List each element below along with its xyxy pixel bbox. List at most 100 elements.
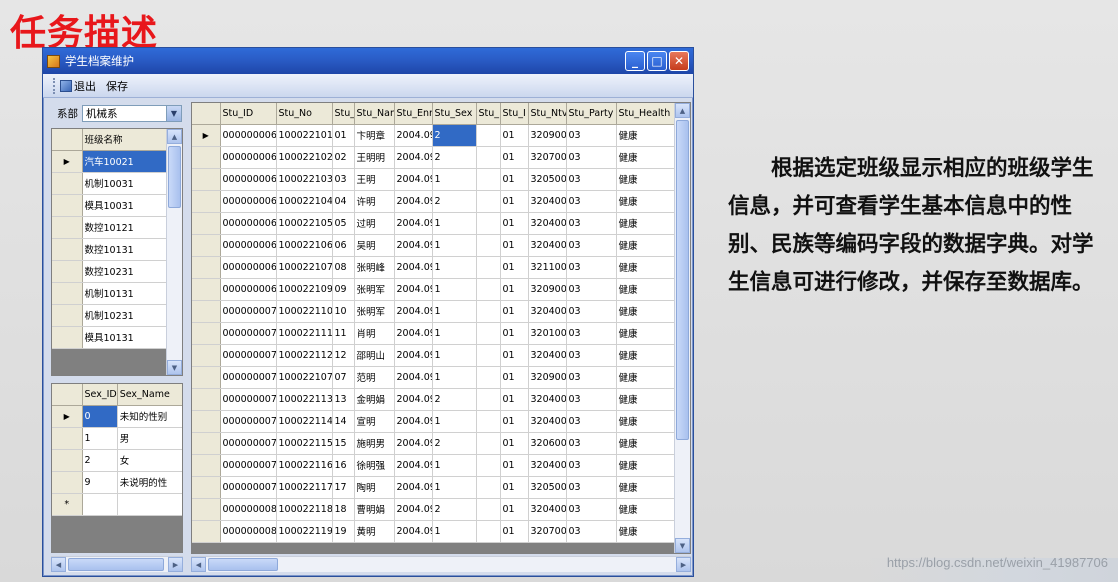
chevron-down-icon[interactable]: ▼ [166, 105, 181, 121]
table-cell[interactable]: 03 [566, 278, 617, 301]
row-header[interactable] [192, 212, 221, 235]
table-cell[interactable]: 320400 [528, 498, 567, 521]
table-cell[interactable]: 100022107 [276, 256, 333, 279]
table-cell[interactable]: 10 [332, 300, 355, 323]
table-cell[interactable]: 1 [432, 168, 477, 191]
table-cell[interactable]: 03 [566, 124, 617, 147]
table-cell[interactable]: 健康 [616, 344, 677, 367]
table-row[interactable]: 000000006910002210909张明军2004.091 01320900… [192, 278, 677, 301]
class-name-cell[interactable]: 模具10031 [82, 194, 168, 217]
column-header[interactable]: Stu_No [276, 103, 333, 125]
column-header[interactable]: Stu_Health [616, 103, 677, 125]
table-cell[interactable]: 320400 [528, 410, 567, 433]
table-cell[interactable]: 03 [566, 322, 617, 345]
row-header[interactable] [192, 520, 221, 543]
table-cell[interactable]: 0000000073 [220, 344, 277, 367]
list-item[interactable]: 数控10121 [52, 216, 168, 239]
table-cell[interactable]: 健康 [616, 256, 677, 279]
table-cell[interactable]: 1 [432, 344, 477, 367]
table-cell[interactable]: 健康 [616, 410, 677, 433]
row-header[interactable] [192, 322, 221, 345]
sex-id-cell[interactable] [82, 493, 118, 516]
table-cell[interactable]: 100022102 [276, 146, 333, 169]
scroll-up-icon[interactable]: ▲ [675, 103, 690, 118]
student-grid-vscroll[interactable]: ▲ ▼ [674, 103, 690, 553]
table-cell[interactable]: 01 [332, 124, 355, 147]
column-header[interactable]: Stu_ [332, 103, 355, 125]
table-cell[interactable] [476, 520, 501, 543]
row-header[interactable] [192, 454, 221, 477]
toolbar-grip[interactable] [53, 77, 56, 94]
table-row[interactable]: 000000007210002211111肖明2004.091 013201000… [192, 322, 677, 345]
table-cell[interactable]: 健康 [616, 212, 677, 235]
table-cell[interactable]: 01 [500, 190, 529, 213]
table-cell[interactable]: 2004.09 [394, 410, 433, 433]
table-row[interactable]: 000000006610002210606吴明2004.091 013204000… [192, 234, 677, 257]
table-cell[interactable]: 03 [566, 366, 617, 389]
student-hscroll[interactable]: ◀ ▶ [191, 556, 691, 572]
table-cell[interactable]: 2004.09 [394, 278, 433, 301]
table-cell[interactable]: 0000000075 [220, 388, 277, 411]
table-cell[interactable]: 01 [500, 278, 529, 301]
table-cell[interactable]: 范明 [354, 366, 395, 389]
table-cell[interactable]: 320400 [528, 454, 567, 477]
table-cell[interactable]: 1 [432, 454, 477, 477]
row-header[interactable] [52, 282, 83, 305]
table-cell[interactable]: 2004.09 [394, 212, 433, 235]
maximize-icon[interactable]: □ [647, 51, 667, 71]
table-cell[interactable]: 健康 [616, 520, 677, 543]
table-cell[interactable]: 01 [500, 410, 529, 433]
table-row[interactable]: 000000007710002211515施明男2004.092 01320600… [192, 432, 677, 455]
minimize-icon[interactable]: _ [625, 51, 645, 71]
table-cell[interactable]: 1 [432, 322, 477, 345]
table-cell[interactable]: 1 [432, 234, 477, 257]
table-cell[interactable]: 0000000079 [220, 476, 277, 499]
table-cell[interactable]: 100022116 [276, 454, 333, 477]
class-name-cell[interactable]: 数控10121 [82, 216, 168, 239]
table-cell[interactable]: 100022113 [276, 388, 333, 411]
table-cell[interactable]: 2004.09 [394, 146, 433, 169]
table-cell[interactable]: 320100 [528, 322, 567, 345]
table-cell[interactable]: 100022111 [276, 322, 333, 345]
table-cell[interactable]: 2004.09 [394, 476, 433, 499]
table-cell[interactable] [476, 476, 501, 499]
table-cell[interactable]: 健康 [616, 278, 677, 301]
table-cell[interactable] [476, 322, 501, 345]
list-item[interactable]: ▶ 汽车10021 [52, 150, 168, 173]
table-cell[interactable]: 0000000065 [220, 212, 277, 235]
scroll-down-icon[interactable]: ▼ [675, 538, 690, 553]
table-cell[interactable]: 0000000062 [220, 146, 277, 169]
class-grid-vscroll[interactable]: ▲ ▼ [166, 129, 182, 375]
table-cell[interactable]: 03 [566, 168, 617, 191]
table-cell[interactable]: 2 [432, 190, 477, 213]
table-cell[interactable]: 03 [566, 476, 617, 499]
table-cell[interactable]: 2004.09 [394, 520, 433, 543]
sex-grid[interactable]: Sex_ID Sex_Name ▶ 0 未知的性别 1 男 2 女 9 未说明的性 * [51, 383, 183, 553]
table-cell[interactable] [476, 256, 501, 279]
row-header[interactable] [52, 449, 83, 472]
list-item[interactable]: 机制10231 [52, 304, 168, 327]
table-cell[interactable]: 14 [332, 410, 355, 433]
table-cell[interactable]: 13 [332, 388, 355, 411]
list-item[interactable]: 数控10131 [52, 238, 168, 261]
table-cell[interactable]: 0000000072 [220, 322, 277, 345]
table-cell[interactable]: 0000000077 [220, 432, 277, 455]
table-cell[interactable]: 0000000076 [220, 410, 277, 433]
column-header[interactable]: Stu_ [476, 103, 501, 125]
table-cell[interactable] [476, 234, 501, 257]
list-item[interactable]: 模具10131 [52, 326, 168, 349]
table-cell[interactable]: 2004.09 [394, 498, 433, 521]
class-grid-header[interactable]: 班级名称 [82, 129, 168, 151]
table-cell[interactable]: 健康 [616, 498, 677, 521]
table-cell[interactable]: 徐明强 [354, 454, 395, 477]
table-cell[interactable]: 100022101 [276, 124, 333, 147]
row-header[interactable] [192, 476, 221, 499]
table-cell[interactable]: 健康 [616, 168, 677, 191]
table-cell[interactable]: 320900 [528, 366, 567, 389]
row-header[interactable] [52, 427, 83, 450]
row-header[interactable] [192, 498, 221, 521]
table-cell[interactable] [476, 212, 501, 235]
row-header[interactable] [52, 471, 83, 494]
class-grid[interactable]: 班级名称 ▶ 汽车10021 机制10031 模具10031 数控10121 数控1013… [51, 128, 183, 376]
table-cell[interactable]: 健康 [616, 234, 677, 257]
